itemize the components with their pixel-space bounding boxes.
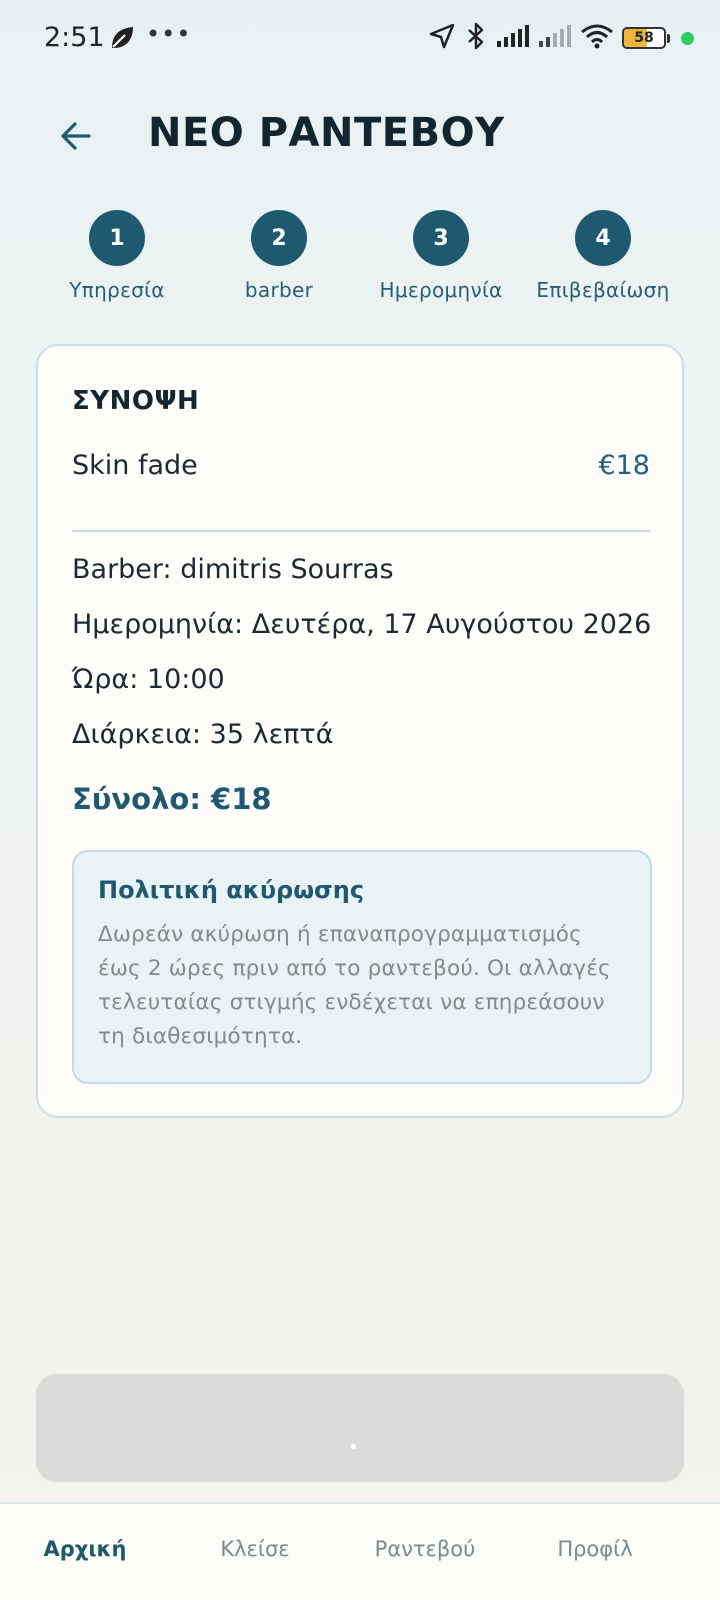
step-number: 4 — [575, 210, 631, 266]
nav-item-appointments[interactable]: Ραντεβού — [340, 1504, 510, 1600]
summary-card: ΣΥΝΟΨΗ Skin fade €18 Barber: dimitris So… — [36, 344, 684, 1118]
duration-detail: Διάρκεια: 35 λεπτά — [72, 719, 334, 750]
status-bar: 2:51 ••• 58 — [0, 0, 720, 78]
signal-icon — [496, 23, 530, 53]
policy-title: Πολιτική ακύρωσης — [98, 876, 365, 904]
more-dots-icon: ••• — [146, 20, 192, 48]
date-detail: Ημερομηνία: Δευτέρα, 17 Αυγούστου 2026 — [72, 609, 652, 640]
step-label: Επιβεβαίωση — [536, 278, 670, 302]
status-icons: 58 — [428, 22, 670, 54]
nav-item-home[interactable]: Αρχική — [0, 1504, 170, 1600]
status-time: 2:51 — [44, 22, 105, 53]
page-title: ΝΕΟ ΡΑΝΤΕΒΟΥ — [148, 110, 505, 156]
step-confirmation[interactable]: 4 Επιβεβαίωση — [522, 210, 684, 310]
service-name: Skin fade — [72, 450, 198, 481]
step-number: 3 — [413, 210, 469, 266]
nav-item-profile[interactable]: Προφίλ — [510, 1504, 680, 1600]
arrow-left-icon — [61, 122, 91, 150]
step-number: 2 — [251, 210, 307, 266]
booking-stepper: 1 Υπηρεσία 2 barber 3 Ημερομηνία 4 Επιβε… — [36, 210, 684, 310]
step-number: 1 — [89, 210, 145, 266]
step-date[interactable]: 3 Ημερομηνία — [360, 210, 522, 310]
barber-detail: Barber: dimitris Sourras — [72, 554, 394, 585]
summary-title: ΣΥΝΟΨΗ — [72, 386, 200, 416]
step-service[interactable]: 1 Υπηρεσία — [36, 210, 198, 310]
cancellation-policy: Πολιτική ακύρωσης Δωρεάν ακύρωση ή επανα… — [72, 850, 652, 1084]
leaf-icon — [108, 24, 136, 56]
service-price: €18 — [598, 450, 650, 481]
wifi-icon — [580, 22, 614, 54]
location-icon — [428, 22, 456, 54]
step-label: barber — [244, 278, 314, 302]
back-button[interactable] — [56, 112, 96, 160]
battery-level: 58 — [634, 30, 654, 46]
step-label: Ημερομηνία — [379, 278, 503, 302]
divider — [72, 530, 650, 532]
service-row: Skin fade €18 — [72, 450, 650, 481]
privacy-indicator — [681, 32, 694, 45]
bottom-nav: Αρχική Κλείσε Ραντεβού Προφίλ — [0, 1502, 720, 1600]
signal-weak-icon — [538, 23, 572, 53]
nav-item-book[interactable]: Κλείσε — [170, 1504, 340, 1600]
loading-indicator — [351, 1444, 356, 1449]
time-detail: Ώρα: 10:00 — [72, 664, 225, 695]
total-price: Σύνολο: €18 — [72, 782, 272, 816]
step-barber[interactable]: 2 barber — [198, 210, 360, 310]
confirm-booking-button[interactable] — [36, 1374, 684, 1482]
step-label: Υπηρεσία — [69, 278, 165, 302]
bluetooth-icon — [464, 21, 488, 55]
policy-text: Δωρεάν ακύρωση ή επαναπρογραμματισμός έω… — [98, 922, 611, 1049]
battery-icon: 58 — [622, 27, 666, 49]
